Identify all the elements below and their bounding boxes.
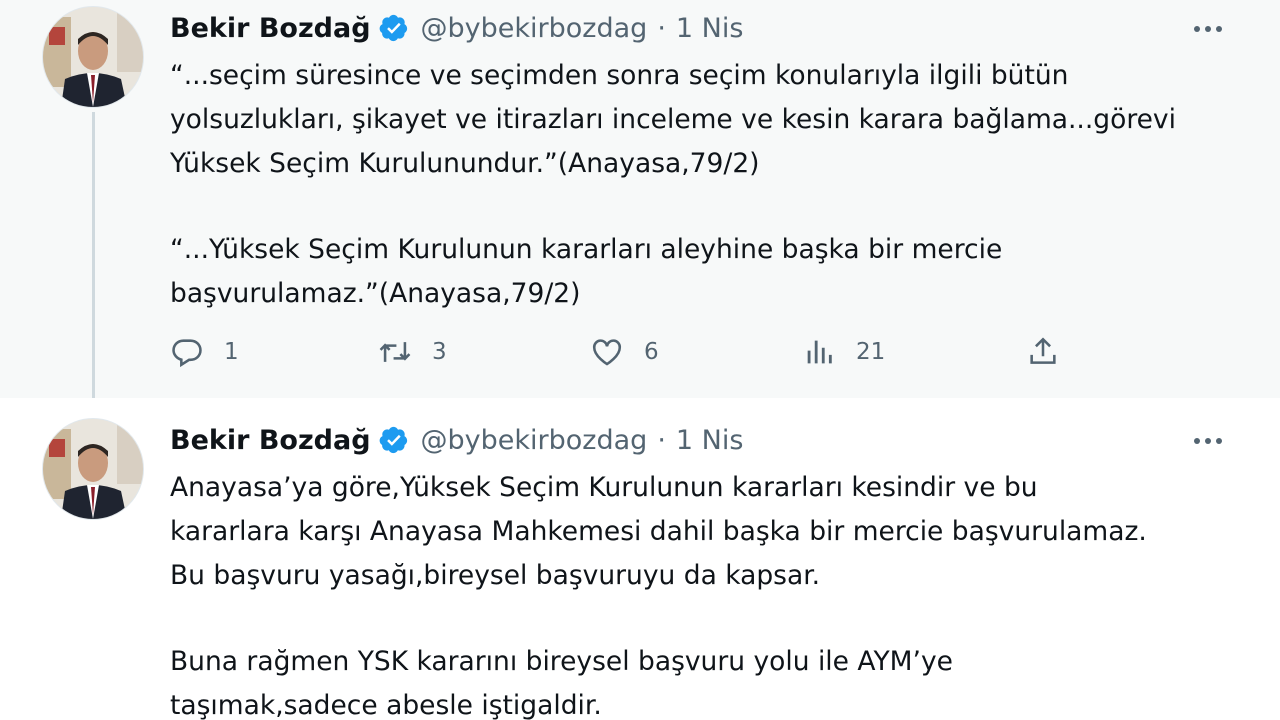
text-line: Buna rağmen YSK kararını bireysel başvur…: [170, 646, 953, 677]
separator-dot: ·: [657, 12, 666, 44]
tweet-header: Bekir Bozdağ @bybekirbozdag · 1 Nis: [170, 8, 743, 48]
tweet-actions: 1 3 6 21: [170, 332, 1070, 372]
avatar-photo: [43, 419, 143, 519]
text-line: taşımak,sadece abesle iştigaldir.: [170, 690, 602, 720]
more-icon[interactable]: [1190, 426, 1226, 456]
more-icon[interactable]: [1190, 14, 1226, 44]
text-line: “...seçim süresince ve seçimden sonra se…: [170, 60, 1069, 91]
separator-dot: ·: [657, 424, 666, 456]
reply-icon: [172, 339, 202, 368]
avatar[interactable]: [42, 6, 144, 108]
reply-button[interactable]: 1: [170, 332, 239, 372]
views-button[interactable]: 21: [802, 332, 885, 372]
text-line: başvurulamaz.”(Anayasa,79/2): [170, 278, 581, 309]
author-handle[interactable]: @bybekirbozdag: [421, 425, 648, 456]
author-name[interactable]: Bekir Bozdağ: [170, 13, 371, 44]
author-handle[interactable]: @bybekirbozdag: [421, 13, 648, 44]
text-line: yolsuzlukları, şikayet ve itirazları inc…: [170, 104, 1176, 135]
author-name[interactable]: Bekir Bozdağ: [170, 425, 371, 456]
tweet-1[interactable]: Bekir Bozdağ @bybekirbozdag · 1 Nis “...…: [0, 0, 1280, 398]
text-line: Anayasa’ya göre,Yüksek Seçim Kurulunun k…: [170, 472, 1038, 503]
tweet-date[interactable]: 1 Nis: [676, 13, 744, 44]
share-button[interactable]: [1026, 332, 1060, 372]
tweet-header: Bekir Bozdağ @bybekirbozdag · 1 Nis: [170, 420, 743, 460]
verified-badge-icon: [379, 426, 407, 454]
tweet-date[interactable]: 1 Nis: [676, 425, 744, 456]
tweet-text: Anayasa’ya göre,Yüksek Seçim Kurulunun k…: [170, 466, 1250, 720]
share-icon: [1030, 337, 1056, 364]
retweet-button[interactable]: 3: [378, 332, 447, 372]
like-count: 6: [644, 339, 659, 365]
paragraph-break: [170, 598, 1250, 640]
like-icon: [592, 339, 622, 366]
paragraph-break: [170, 186, 1250, 228]
like-button[interactable]: 6: [590, 332, 659, 372]
retweet-icon: [379, 342, 411, 362]
views-count: 21: [856, 339, 886, 365]
text-line: Bu başvuru yasağı,bireysel başvuruyu da …: [170, 560, 821, 591]
text-line: “...Yüksek Seçim Kurulunun kararları ale…: [170, 234, 1003, 265]
text-line: Yüksek Seçim Kurulunundur.”(Anayasa,79/2…: [170, 148, 760, 179]
text-line: kararlara karşı Anayasa Mahkemesi dahil …: [170, 516, 1147, 547]
reply-count: 1: [224, 339, 239, 365]
avatar-photo: [43, 7, 143, 107]
retweet-count: 3: [432, 339, 447, 365]
avatar[interactable]: [42, 418, 144, 520]
views-icon: [807, 340, 832, 364]
verified-badge-icon: [379, 14, 407, 42]
tweet-2[interactable]: Bekir Bozdağ @bybekirbozdag · 1 Nis Anay…: [0, 398, 1280, 720]
thread-connector-line: [92, 112, 95, 412]
tweet-text: “...seçim süresince ve seçimden sonra se…: [170, 54, 1250, 316]
